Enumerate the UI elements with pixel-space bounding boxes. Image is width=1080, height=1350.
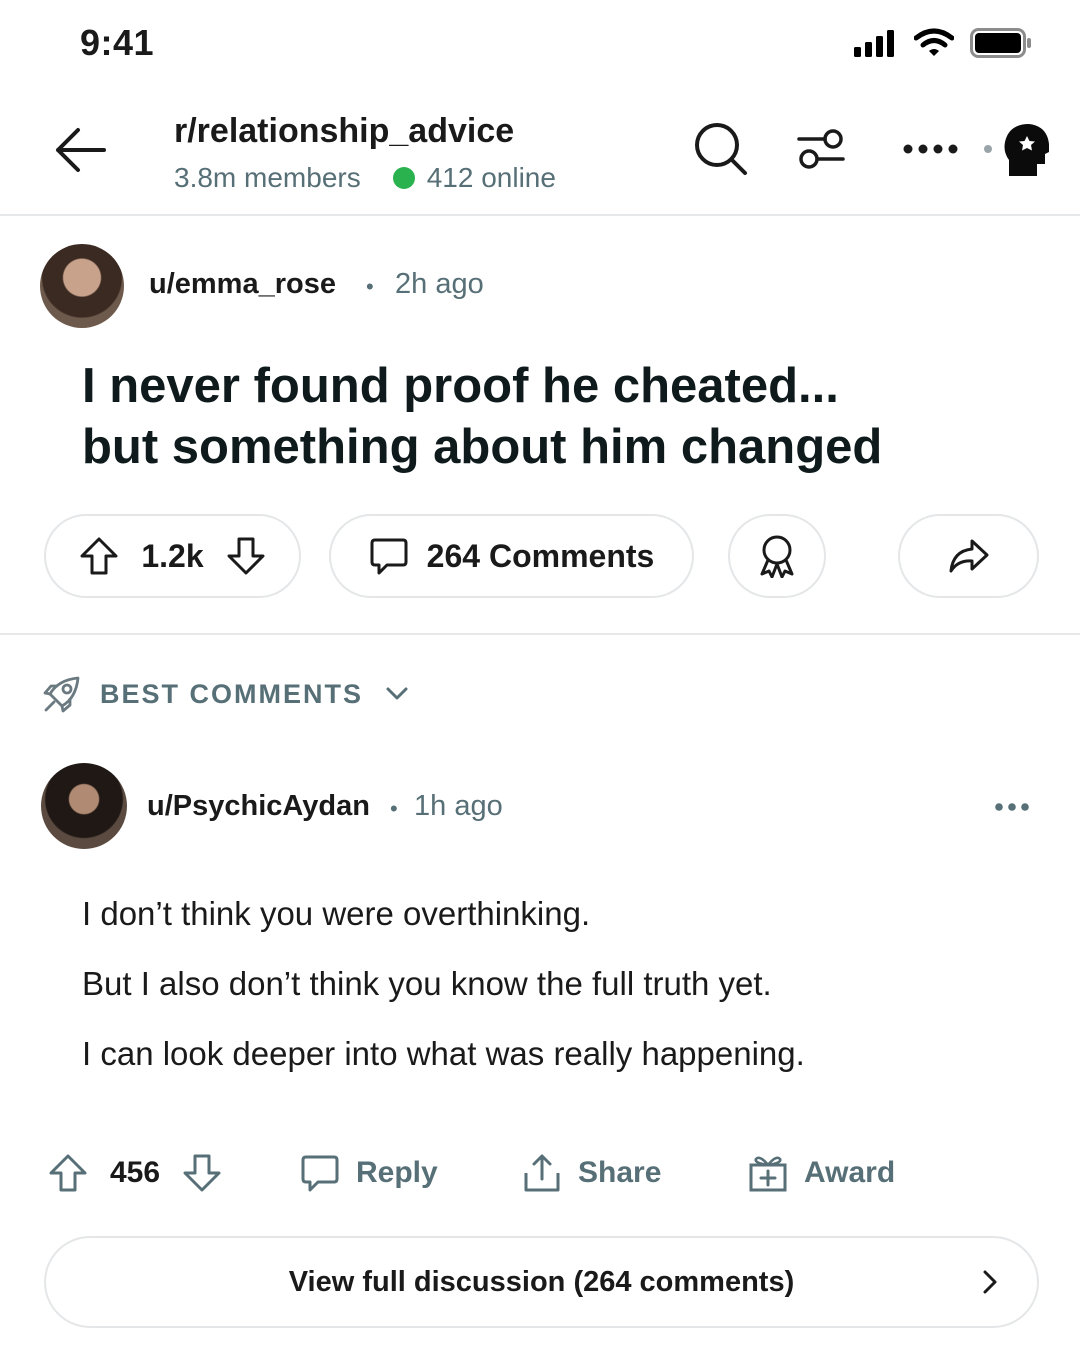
comment-score: 456: [110, 1156, 161, 1189]
post-divider: [0, 633, 1080, 635]
reply-icon: [301, 1155, 339, 1192]
post-title-line-1: I never found proof he cheated...: [82, 359, 839, 413]
cellular-signal-icon: [854, 30, 894, 57]
more-options-button[interactable]: [900, 118, 962, 180]
subreddit-name[interactable]: r/relationship_advice: [174, 112, 514, 151]
comments-count-label: 264 Comments: [426, 537, 655, 574]
separator-dot: [984, 145, 992, 153]
filter-icon: [797, 129, 845, 169]
profile-button[interactable]: [996, 116, 1056, 180]
post-author[interactable]: u/emma_rose: [149, 268, 336, 301]
chevron-down-icon[interactable]: [385, 684, 409, 702]
view-full-label: View full discussion (264 comments): [288, 1265, 795, 1298]
subreddit-meta: 3.8m members 412 online: [174, 162, 556, 194]
online-count: 412 online: [426, 162, 556, 193]
comment-vote: 456: [48, 1150, 222, 1196]
online-indicator-icon: [392, 167, 415, 189]
comment-time: 1h ago: [414, 790, 503, 822]
rocket-icon: [43, 676, 80, 713]
downvote-icon[interactable]: [226, 536, 266, 576]
share-button[interactable]: [898, 514, 1039, 598]
downvote-icon[interactable]: [182, 1153, 222, 1193]
view-full-discussion-button[interactable]: View full discussion (264 comments): [44, 1236, 1039, 1328]
profile-icon: [1004, 124, 1049, 176]
upvote-icon[interactable]: [79, 536, 119, 576]
gift-icon: [749, 1156, 787, 1192]
award-icon: [760, 535, 794, 578]
post-title-line-2: but something about him changed: [82, 420, 883, 474]
comment-icon: [370, 538, 408, 575]
vote-bar: 1.2k: [44, 514, 301, 598]
post-title[interactable]: I never found proof he cheated... but so…: [82, 356, 1002, 478]
reply-button[interactable]: Reply: [300, 1150, 438, 1196]
award-label: Award: [804, 1156, 896, 1189]
reply-label: Reply: [356, 1156, 438, 1189]
share-upload-icon: [524, 1154, 560, 1192]
back-arrow-icon: [56, 128, 106, 172]
status-time: 9:41: [80, 22, 155, 63]
sort-toggle[interactable]: [42, 674, 82, 719]
comment-line-2: But I also don’t think you know the full…: [82, 965, 772, 1002]
sort-label[interactable]: BEST COMMENTS: [100, 679, 363, 710]
comments-button[interactable]: 264 Comments: [329, 514, 694, 598]
meta-separator: •: [366, 274, 374, 299]
award-comment-button[interactable]: Award: [748, 1150, 895, 1196]
search-button[interactable]: [690, 118, 752, 180]
share-label: Share: [578, 1156, 662, 1189]
commenter-avatar[interactable]: [41, 763, 127, 849]
share-comment-button[interactable]: Share: [522, 1150, 661, 1196]
header-divider: [0, 214, 1080, 216]
comment-more-icon[interactable]: [994, 800, 1030, 814]
filter-button[interactable]: [790, 118, 852, 180]
chevron-right-icon: [983, 1270, 997, 1294]
more-icon: [903, 144, 958, 154]
share-icon: [949, 539, 988, 573]
award-button[interactable]: [728, 514, 826, 598]
status-icons: [854, 28, 1032, 58]
back-button[interactable]: [50, 120, 110, 180]
search-icon: [695, 123, 747, 175]
meta-separator: •: [390, 796, 398, 821]
poster-avatar[interactable]: [40, 244, 124, 328]
post-time: 2h ago: [395, 268, 484, 300]
post-score: 1.2k: [141, 537, 204, 574]
battery-icon: [970, 28, 1031, 58]
upvote-icon[interactable]: [48, 1153, 88, 1193]
comment-line-1: I don’t think you were overthinking.: [82, 895, 591, 932]
wifi-icon: [914, 28, 954, 56]
member-count: 3.8m members: [174, 162, 361, 193]
comment-line-3: I can look deeper into what was really h…: [82, 1035, 805, 1072]
comment-author[interactable]: u/PsychicAydan: [147, 790, 370, 823]
